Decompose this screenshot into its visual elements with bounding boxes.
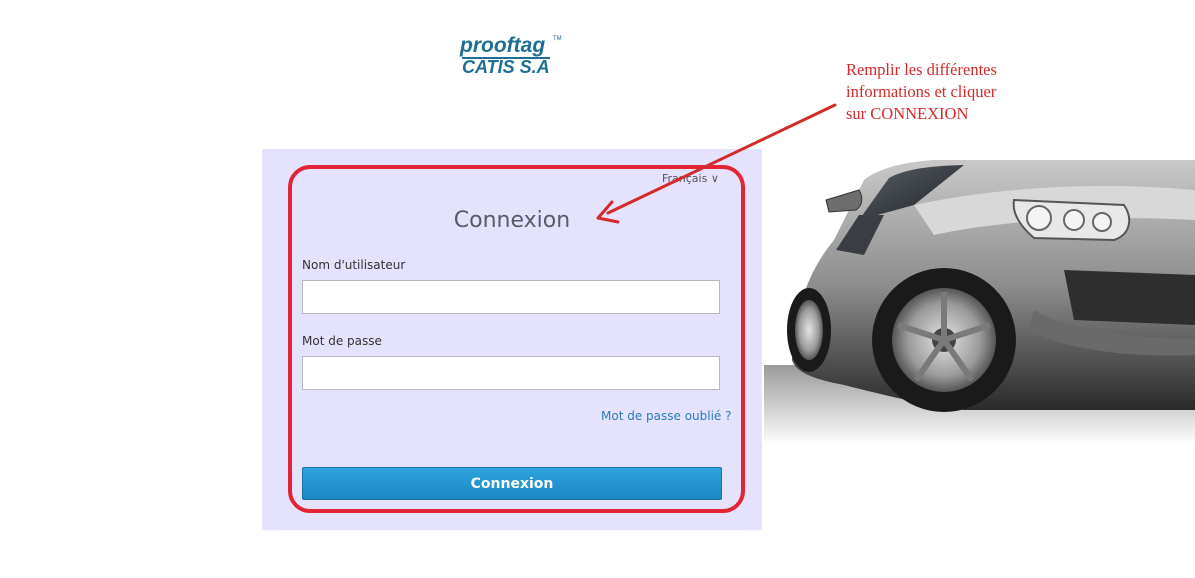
logo-wordmark: prooftag [460,34,546,57]
logo-company: CATIS S.A [462,57,550,77]
annotation-line: Remplir les différentes [846,60,997,79]
car-photo [764,160,1195,445]
prooftag-catis-logo: prooftag TM CATIS S.A [460,34,570,80]
logo-trademark: TM [553,36,562,42]
instruction-annotation: Remplir les différentes informations et … [846,59,1046,125]
annotation-line: sur CONNEXION [846,104,969,123]
annotation-line: informations et cliquer [846,82,997,101]
highlight-outline [288,165,745,513]
